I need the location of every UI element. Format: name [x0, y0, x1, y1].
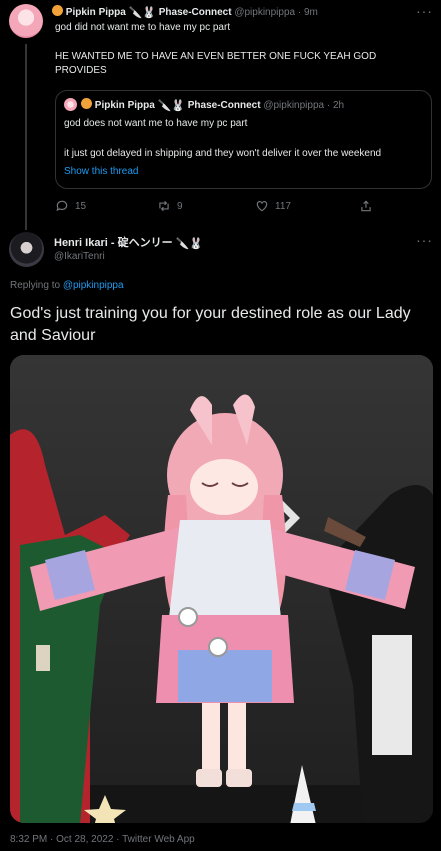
reply-count: 15 — [75, 200, 87, 212]
pippa-avatar[interactable] — [9, 4, 43, 38]
heart-icon — [256, 201, 268, 212]
parent-handle[interactable]: @pipkinpippa — [234, 7, 295, 18]
thread-connector-line — [25, 44, 27, 230]
main-tweet-text: God's just training you for your destine… — [10, 305, 411, 344]
parent-time[interactable]: 9m — [304, 7, 318, 18]
replying-to-line: Replying to @pipkinpippa — [10, 280, 124, 291]
quoted-time: 2h — [333, 100, 345, 111]
quoted-tweet-header: Pipkin Pippa 🔪🐰 Phase-Connect @pipkinpip… — [81, 98, 426, 112]
main-handle[interactable]: @IkariTenri — [54, 251, 105, 262]
quoted-rabbit-emoji-icon: 🐰 — [171, 100, 185, 112]
replying-to-handle[interactable]: @pipkinpippa — [63, 280, 124, 291]
henri-avatar[interactable] — [9, 232, 44, 267]
share-icon — [361, 200, 371, 212]
medal-icon — [52, 5, 63, 16]
reply-button[interactable]: 15 — [55, 199, 86, 213]
retweet-count: 9 — [177, 200, 183, 212]
main-tweet-name-row: Henri Ikari - 碇ヘンリー 🔪🐰 — [54, 234, 384, 250]
parent-tweet-line2: HE WANTED ME TO HAVE AN EVEN BETTER ONE … — [55, 51, 377, 76]
tweet-photo[interactable] — [10, 355, 433, 823]
main-tweet-timestamp[interactable]: 8:32 PM · Oct 28, 2022 · Twitter Web App — [10, 834, 195, 845]
parent-tweet-header: Pipkin Pippa 🔪🐰 Phase-Connect @pipkinpip… — [52, 5, 392, 19]
parent-more-button[interactable]: ··· — [416, 3, 433, 19]
quoted-separator: · — [326, 100, 331, 111]
parent-affiliation: Phase-Connect — [158, 7, 232, 18]
replying-prefix: Replying to — [10, 280, 61, 291]
main-knife-emoji-icon: 🔪 — [175, 238, 190, 250]
rabbit-emoji-icon: 🐰 — [142, 7, 156, 19]
quoted-knife-emoji-icon: 🔪 — [157, 100, 172, 112]
like-button[interactable]: 117 — [255, 199, 291, 213]
parent-display-name[interactable]: Pipkin Pippa — [66, 7, 126, 18]
quoted-tweet-line1: god does not want me to have my pc part — [64, 118, 248, 129]
parent-separator: · — [297, 7, 302, 18]
quoted-handle: @pipkinpippa — [263, 100, 325, 111]
quoted-tweet-line2: it just got delayed in shipping and they… — [64, 148, 382, 159]
main-more-button[interactable]: ··· — [416, 232, 433, 248]
quoted-medal-icon — [81, 98, 92, 109]
like-count: 117 — [275, 200, 291, 212]
quoted-affiliation: Phase-Connect — [187, 100, 261, 111]
photo-illustration — [10, 355, 433, 823]
reply-icon — [56, 200, 68, 212]
show-thread-link[interactable]: Show this thread — [64, 166, 139, 177]
retweet-button[interactable]: 9 — [157, 199, 183, 213]
main-display-name[interactable]: Henri Ikari - 碇ヘンリー — [54, 237, 173, 249]
main-rabbit-emoji-icon: 🐰 — [189, 238, 204, 250]
parent-tweet-line1: god did not want me to have my pc part — [55, 22, 231, 33]
knife-emoji-icon: 🔪 — [128, 7, 143, 19]
quoted-display-name: Pipkin Pippa — [94, 100, 155, 111]
share-button[interactable] — [359, 199, 373, 213]
quoted-pippa-avatar — [64, 98, 77, 111]
retweet-icon — [159, 200, 169, 212]
